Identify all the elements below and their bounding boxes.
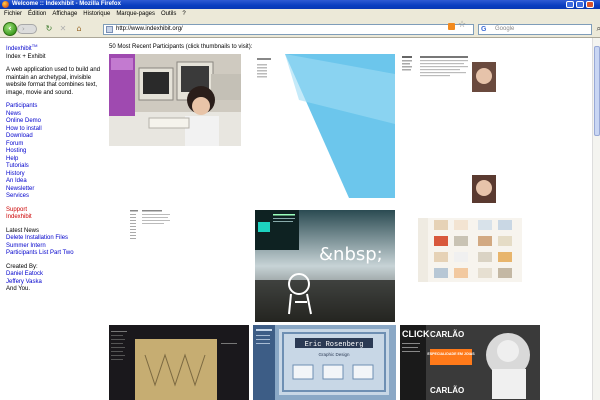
carlao-heading-text: CARLÃO (430, 330, 464, 339)
participant-thumbnail-3[interactable] (400, 54, 524, 204)
bookmark-star-icon[interactable]: ☆ (458, 21, 466, 30)
participant-thumbnail-4[interactable] (130, 210, 210, 260)
thumbnail-text-layout (130, 210, 170, 239)
support-nav: Support Indexhibit (6, 207, 101, 222)
thumbnail-text-portraits (400, 54, 524, 204)
nav-how-to-install[interactable]: How to install (6, 126, 101, 134)
nav-newsletter[interactable]: Newsletter (6, 186, 101, 194)
nav-tutorials[interactable]: Tutorials (6, 163, 101, 171)
news-link-participants-list[interactable]: Participants List Part Two (6, 250, 101, 258)
google-engine-icon[interactable]: G (481, 26, 486, 33)
participants-heading: 50 Most Recent Participants (click thumb… (109, 44, 253, 50)
nav-download[interactable]: Download (6, 133, 101, 141)
thumbnail-blue-shape (255, 54, 395, 198)
thumbnail-photo-girl-computer (109, 54, 241, 146)
nav-forum[interactable]: Forum (6, 141, 101, 149)
nav-hosting[interactable]: Hosting (6, 148, 101, 156)
page-content: IndexhibitTM Index + Exhibit A web appli… (0, 38, 592, 400)
menu-bookmarks[interactable]: Marque-pages (116, 9, 155, 20)
nav-support[interactable]: Support (6, 207, 101, 215)
navigation-toolbar: ‹ › ↻ ✕ ⌂ http://www.indexhibit.org/ ☆ G… (0, 20, 600, 38)
rss-feed-icon[interactable] (448, 23, 455, 30)
vertical-scrollbar[interactable] (592, 38, 600, 400)
nav-help[interactable]: Help (6, 156, 101, 164)
scrollbar-thumb[interactable] (594, 46, 600, 136)
thumbnail-eric-rosenberg: Eric Rosenberg Graphic Design (253, 325, 396, 400)
nav-participants[interactable]: Participants (6, 103, 101, 111)
participant-thumbnail-6[interactable] (418, 218, 522, 282)
nav-an-idea[interactable]: An Idea (6, 178, 101, 186)
eric-subtitle-text: Graphic Design (318, 352, 350, 357)
news-link-delete-install[interactable]: Delete Installation Files (6, 235, 101, 243)
thumbnail-dark-graffiti: &nbsp; (255, 210, 395, 322)
menu-tools[interactable]: Outils (161, 9, 176, 20)
url-bar[interactable]: http://www.indexhibit.org/ (103, 24, 474, 35)
click-logo-text: CLICK (402, 329, 430, 339)
minimize-icon[interactable] (566, 1, 574, 8)
reload-icon[interactable]: ↻ (44, 24, 54, 34)
brand-tagline: Index + Exhibit (6, 53, 46, 60)
thumbnail-carlao: CLICK CARLÃO ESPECIALIDADE EM JOIAS CARL… (400, 325, 540, 400)
main-nav: Participants News Online Demo How to ins… (6, 103, 101, 201)
participant-thumbnail-7[interactable] (109, 325, 249, 400)
menu-file[interactable]: Fichier (4, 9, 22, 20)
site-description: A web application used to build and main… (6, 67, 101, 96)
firefox-icon (2, 1, 9, 8)
creator-daniel-eatock[interactable]: Daniel Eatock (6, 271, 101, 279)
eric-title-text: Eric Rosenberg (305, 341, 364, 349)
participant-thumbnail-8[interactable]: Eric Rosenberg Graphic Design (253, 325, 396, 400)
window-title: Welcome :: Indexhibit - Mozilla Firefox (12, 1, 121, 7)
search-placeholder: Google (495, 26, 515, 32)
menu-edit[interactable]: Édition (28, 9, 46, 20)
latest-news: Latest News Delete Installation Files Su… (6, 228, 101, 258)
created-by-label: Created By: (6, 263, 38, 270)
participant-thumbnail-1[interactable] (109, 54, 241, 146)
credits: Created By: Daniel Eatock Jeffery Vaska … (6, 264, 101, 294)
menu-help[interactable]: ? (182, 9, 185, 20)
close-icon[interactable] (586, 1, 594, 8)
participant-thumbnail-2[interactable] (255, 54, 395, 198)
nav-history[interactable]: History (6, 171, 101, 179)
nav-online-demo[interactable]: Online Demo (6, 118, 101, 126)
forward-button[interactable]: › (17, 24, 37, 34)
search-magnifier-icon[interactable]: ⌕ (597, 24, 600, 33)
news-link-summer-intern[interactable]: Summer Intern (6, 243, 101, 251)
creator-jeffery-vaska[interactable]: Jeffery Vaska (6, 279, 101, 287)
nav-services[interactable]: Services (6, 193, 101, 201)
sidebar: IndexhibitTM Index + Exhibit A web appli… (6, 42, 101, 300)
menu-history[interactable]: Historique (83, 9, 110, 20)
carlao-footer-text: CARLÃO (430, 386, 464, 395)
site-favicon-icon (106, 26, 113, 33)
brand-name[interactable]: IndexhibitTM (6, 42, 101, 54)
thumbnail-dark-gold (109, 325, 249, 400)
participant-thumbnail-9[interactable]: CLICK CARLÃO ESPECIALIDADE EM JOIAS CARL… (400, 325, 540, 400)
participants-main: 50 Most Recent Participants (click thumb… (109, 43, 589, 53)
nav-news[interactable]: News (6, 111, 101, 119)
and-you-text: And You. (6, 286, 31, 292)
menu-view[interactable]: Affichage (52, 9, 77, 20)
window-titlebar: Welcome :: Indexhibit - Mozilla Firefox (0, 0, 600, 9)
url-text: http://www.indexhibit.org/ (116, 26, 183, 32)
carlao-special-text: ESPECIALIDADE EM JOIAS (427, 352, 475, 356)
latest-news-heading: Latest News (6, 227, 40, 234)
graffiti-text: &nbsp; (319, 244, 383, 265)
search-input[interactable]: G Google ⌕ (478, 24, 600, 35)
menu-bar: Fichier Édition Affichage Historique Mar… (0, 9, 600, 20)
maximize-icon[interactable] (576, 1, 584, 8)
participant-thumbnail-5[interactable]: &nbsp; (255, 210, 395, 322)
stop-icon[interactable]: ✕ (58, 24, 68, 34)
home-icon[interactable]: ⌂ (74, 24, 84, 34)
thumbnail-product-grid (418, 218, 522, 282)
back-button[interactable]: ‹ (3, 22, 17, 36)
nav-support-indexhibit[interactable]: Indexhibit (6, 214, 101, 222)
